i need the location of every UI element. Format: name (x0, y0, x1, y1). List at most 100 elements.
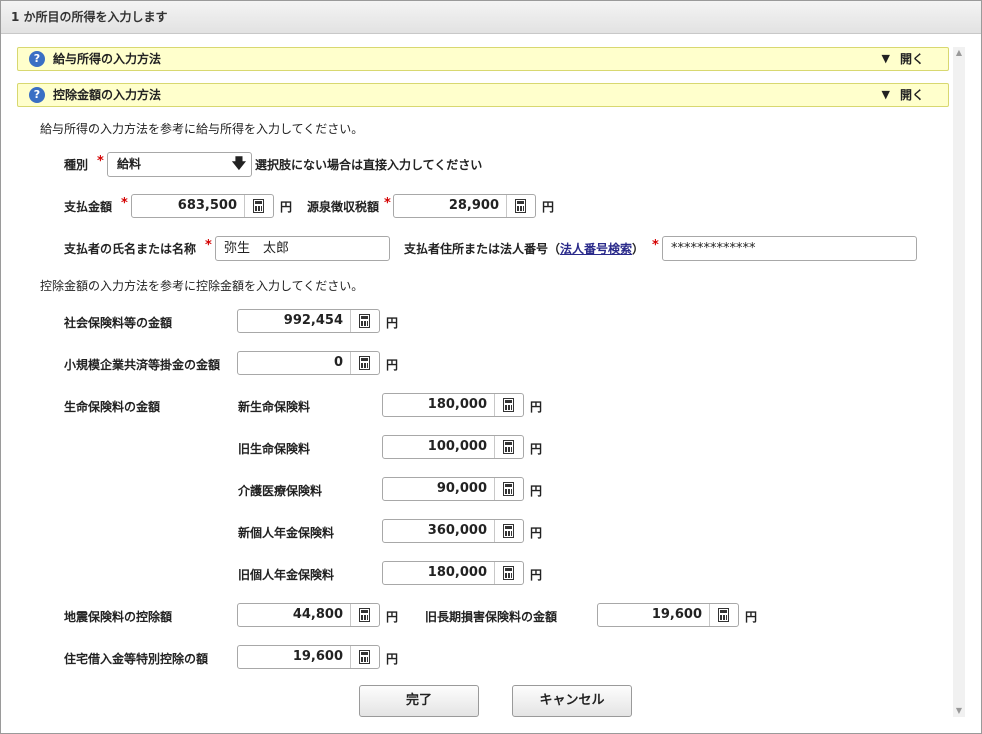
life-item-value: 100,000 (427, 439, 487, 454)
calculator-button[interactable] (494, 394, 523, 416)
dropdown-arrow-icon[interactable]: 🡇 (227, 153, 251, 176)
payment-amount-value: 683,500 (177, 198, 237, 213)
vertical-scrollbar[interactable]: ▲ ▼ (953, 47, 965, 717)
unit-label: 円 (542, 200, 555, 214)
type-label: 種別 (64, 158, 89, 172)
life-item-label: 旧生命保険料 (238, 442, 311, 456)
life-item-label: 旧個人年金保険料 (238, 568, 335, 582)
new-life-insurance-field[interactable]: 180,000 (382, 393, 524, 417)
withholding-tax-field[interactable]: 28,900 (393, 194, 536, 218)
calculator-button[interactable] (709, 604, 738, 626)
housing-loan-label: 住宅借入金等特別控除の額 (64, 652, 209, 666)
calculator-icon (718, 608, 729, 622)
unit-label: 円 (386, 358, 399, 372)
calculator-icon (503, 566, 514, 580)
required-mark: * (384, 196, 391, 211)
social-insurance-field[interactable]: 992,454 (237, 309, 380, 333)
payer-address-label-prefix: 支払者住所または法人番号（ (404, 242, 561, 256)
income-type-hint: 選択肢にない場合は直接入力してください (255, 158, 483, 172)
calculator-button[interactable] (350, 604, 379, 626)
life-item-label: 介護医療保険料 (238, 484, 323, 498)
payer-address-input[interactable]: ************* (662, 236, 917, 261)
calculator-icon (359, 608, 370, 622)
accordion-deduction-help[interactable]: ? 控除金額の入力方法 ▼ 開く (17, 83, 949, 107)
accordion-label: 給与所得の入力方法 (53, 52, 162, 66)
deduction-instruction: 控除金額の入力方法を参考に控除金額を入力してください。 (40, 279, 364, 293)
payer-address-label-suffix: ） (632, 242, 645, 256)
payer-address-label: 支払者住所または法人番号（法人番号検索） (404, 240, 644, 257)
income-type-value: 給料 (117, 157, 142, 171)
required-mark: * (97, 154, 104, 169)
life-item-label: 新生命保険料 (238, 400, 311, 414)
open-toggle[interactable]: 開く (900, 48, 924, 70)
help-icon: ? (29, 51, 45, 67)
housing-loan-value: 19,600 (292, 649, 343, 664)
payer-name-input[interactable]: 弥生 太郎 (215, 236, 390, 261)
calculator-icon (253, 199, 264, 213)
medical-care-insurance-field[interactable]: 90,000 (382, 477, 524, 501)
unit-label: 円 (386, 316, 399, 330)
payment-amount-field[interactable]: 683,500 (131, 194, 274, 218)
old-longterm-insurance-label: 旧長期損害保険料の金額 (425, 610, 558, 624)
calculator-icon (503, 398, 514, 412)
accordion-salary-help[interactable]: ? 給与所得の入力方法 ▼ 開く (17, 47, 949, 71)
calculator-button[interactable] (350, 646, 379, 668)
calculator-button[interactable] (494, 436, 523, 458)
income-type-select[interactable]: 給料 🡇 (107, 152, 252, 177)
life-insurance-label: 生命保険料の金額 (64, 400, 161, 414)
calculator-icon (503, 524, 514, 538)
life-item-value: 360,000 (427, 523, 487, 538)
new-pension-insurance-field[interactable]: 360,000 (382, 519, 524, 543)
payment-amount-label: 支払金額 (64, 200, 113, 214)
unit-label: 円 (530, 526, 543, 540)
calculator-icon (359, 356, 370, 370)
small-business-label: 小規模企業共済等掛金の金額 (64, 358, 221, 372)
withholding-tax-value: 28,900 (448, 198, 499, 213)
life-item-value: 180,000 (427, 397, 487, 412)
social-insurance-label: 社会保険料等の金額 (64, 316, 173, 330)
calculator-button[interactable] (506, 195, 535, 217)
calculator-button[interactable] (494, 520, 523, 542)
old-pension-insurance-field[interactable]: 180,000 (382, 561, 524, 585)
withholding-tax-label: 源泉徴収税額 (307, 200, 380, 214)
calculator-button[interactable] (494, 562, 523, 584)
calculator-icon (515, 199, 526, 213)
calculator-icon (359, 314, 370, 328)
life-item-label: 新個人年金保険料 (238, 526, 335, 540)
calculator-icon (503, 482, 514, 496)
expand-triangle-icon: ▼ (881, 52, 890, 65)
unit-label: 円 (745, 610, 758, 624)
old-longterm-insurance-field[interactable]: 19,600 (597, 603, 739, 627)
old-life-insurance-field[interactable]: 100,000 (382, 435, 524, 459)
unit-label: 円 (530, 400, 543, 414)
calculator-button[interactable] (350, 310, 379, 332)
scroll-up-icon[interactable]: ▲ (953, 47, 965, 59)
dialog-title: 1 か所目の所得を入力します (1, 1, 981, 34)
small-business-field[interactable]: 0 (237, 351, 380, 375)
earthquake-insurance-field[interactable]: 44,800 (237, 603, 380, 627)
unit-label: 円 (530, 484, 543, 498)
small-business-value: 0 (333, 355, 343, 370)
calculator-icon (359, 650, 370, 664)
earthquake-insurance-value: 44,800 (292, 607, 343, 622)
old-longterm-insurance-value: 19,600 (651, 607, 702, 622)
scroll-down-icon[interactable]: ▼ (953, 705, 965, 717)
payer-name-label: 支払者の氏名または名称 (64, 242, 197, 256)
housing-loan-field[interactable]: 19,600 (237, 645, 380, 669)
open-toggle[interactable]: 開く (900, 84, 924, 106)
required-mark: * (121, 196, 128, 211)
unit-label: 円 (280, 200, 293, 214)
help-icon: ? (29, 87, 45, 103)
corporate-number-search-link[interactable]: 法人番号検索 (560, 242, 632, 256)
calculator-button[interactable] (494, 478, 523, 500)
ok-button[interactable]: 完了 (359, 685, 479, 717)
income-instruction: 給与所得の入力方法を参考に給与所得を入力してください。 (40, 122, 364, 136)
calculator-button[interactable] (244, 195, 273, 217)
calculator-icon (503, 440, 514, 454)
social-insurance-value: 992,454 (283, 313, 343, 328)
unit-label: 円 (530, 568, 543, 582)
required-mark: * (205, 238, 212, 253)
cancel-button[interactable]: キャンセル (512, 685, 632, 717)
calculator-button[interactable] (350, 352, 379, 374)
accordion-label: 控除金額の入力方法 (53, 88, 162, 102)
